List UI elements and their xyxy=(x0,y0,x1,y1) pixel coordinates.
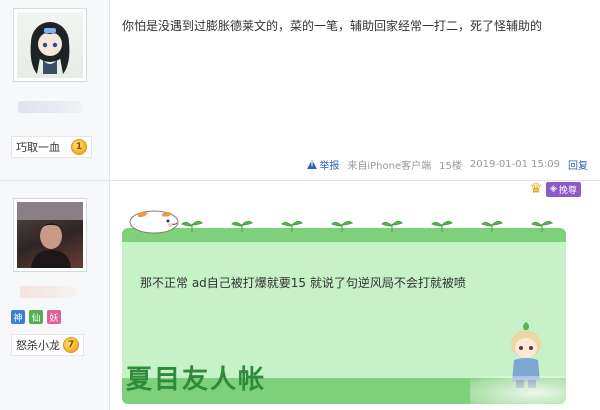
anime-girl-avatar-icon xyxy=(30,22,70,74)
user-photo-avatar-icon xyxy=(17,202,83,268)
tag-yao[interactable]: 妖 xyxy=(47,310,61,324)
nyanko-cat-icon xyxy=(129,210,179,234)
crown-icon: ♛ xyxy=(529,181,543,197)
reply-button[interactable]: 回复 xyxy=(568,157,588,172)
level-icon: 7 xyxy=(63,337,79,353)
vip-badge[interactable]: ♛ ◈ 挽尊 xyxy=(526,180,581,198)
post-content: 那不正常 ad自己被打爆就要15 就说了句逆风局不会打就被喷 xyxy=(140,276,466,290)
report-button[interactable]: 举报 xyxy=(307,157,339,172)
vip-label: ◈ 挽尊 xyxy=(546,181,581,197)
post-source: 来自iPhone客户端 xyxy=(347,161,432,172)
user-tags: 神 仙 妖 xyxy=(11,310,85,327)
forum-rank-badge: 巧取一血 1 xyxy=(11,136,92,158)
vip-text: 挽尊 xyxy=(558,185,577,196)
avatar[interactable] xyxy=(13,198,87,272)
username-blurred[interactable] xyxy=(18,101,82,113)
watermark-fade xyxy=(470,376,600,410)
post-content: 你怕是没遇到过膨胀德莱文的，菜的一笔，辅助回家经常一打二，死了怪辅助的 xyxy=(122,19,543,33)
sprout-decoration-icon xyxy=(131,220,553,232)
forum-rank-badge: 怒杀小龙 7 xyxy=(11,334,84,356)
level-icon: 1 xyxy=(71,139,87,155)
post-meta: 举报 来自iPhone客户端 15楼 2019-01-01 15:09 回复 xyxy=(307,157,588,172)
rank-title: 怒杀小龙 xyxy=(16,339,60,352)
post-floor-15: 巧取一血 1 你怕是没遇到过膨胀德莱文的，菜的一笔，辅助回家经常一打二，死了怪辅… xyxy=(0,0,600,180)
warning-icon xyxy=(307,159,318,170)
signature-text: 夏目友人帐 xyxy=(126,365,267,395)
vip-icon: ◈ xyxy=(550,184,557,194)
report-label: 举报 xyxy=(319,161,340,172)
username-blurred[interactable] xyxy=(20,286,76,298)
floor-number: 15楼 xyxy=(439,161,462,172)
tag-shen[interactable]: 神 xyxy=(11,310,25,324)
post-time: 2019-01-01 15:09 xyxy=(469,159,560,170)
rank-title: 巧取一血 xyxy=(16,141,60,154)
tag-xian[interactable]: 仙 xyxy=(29,310,43,324)
avatar[interactable] xyxy=(13,8,87,82)
